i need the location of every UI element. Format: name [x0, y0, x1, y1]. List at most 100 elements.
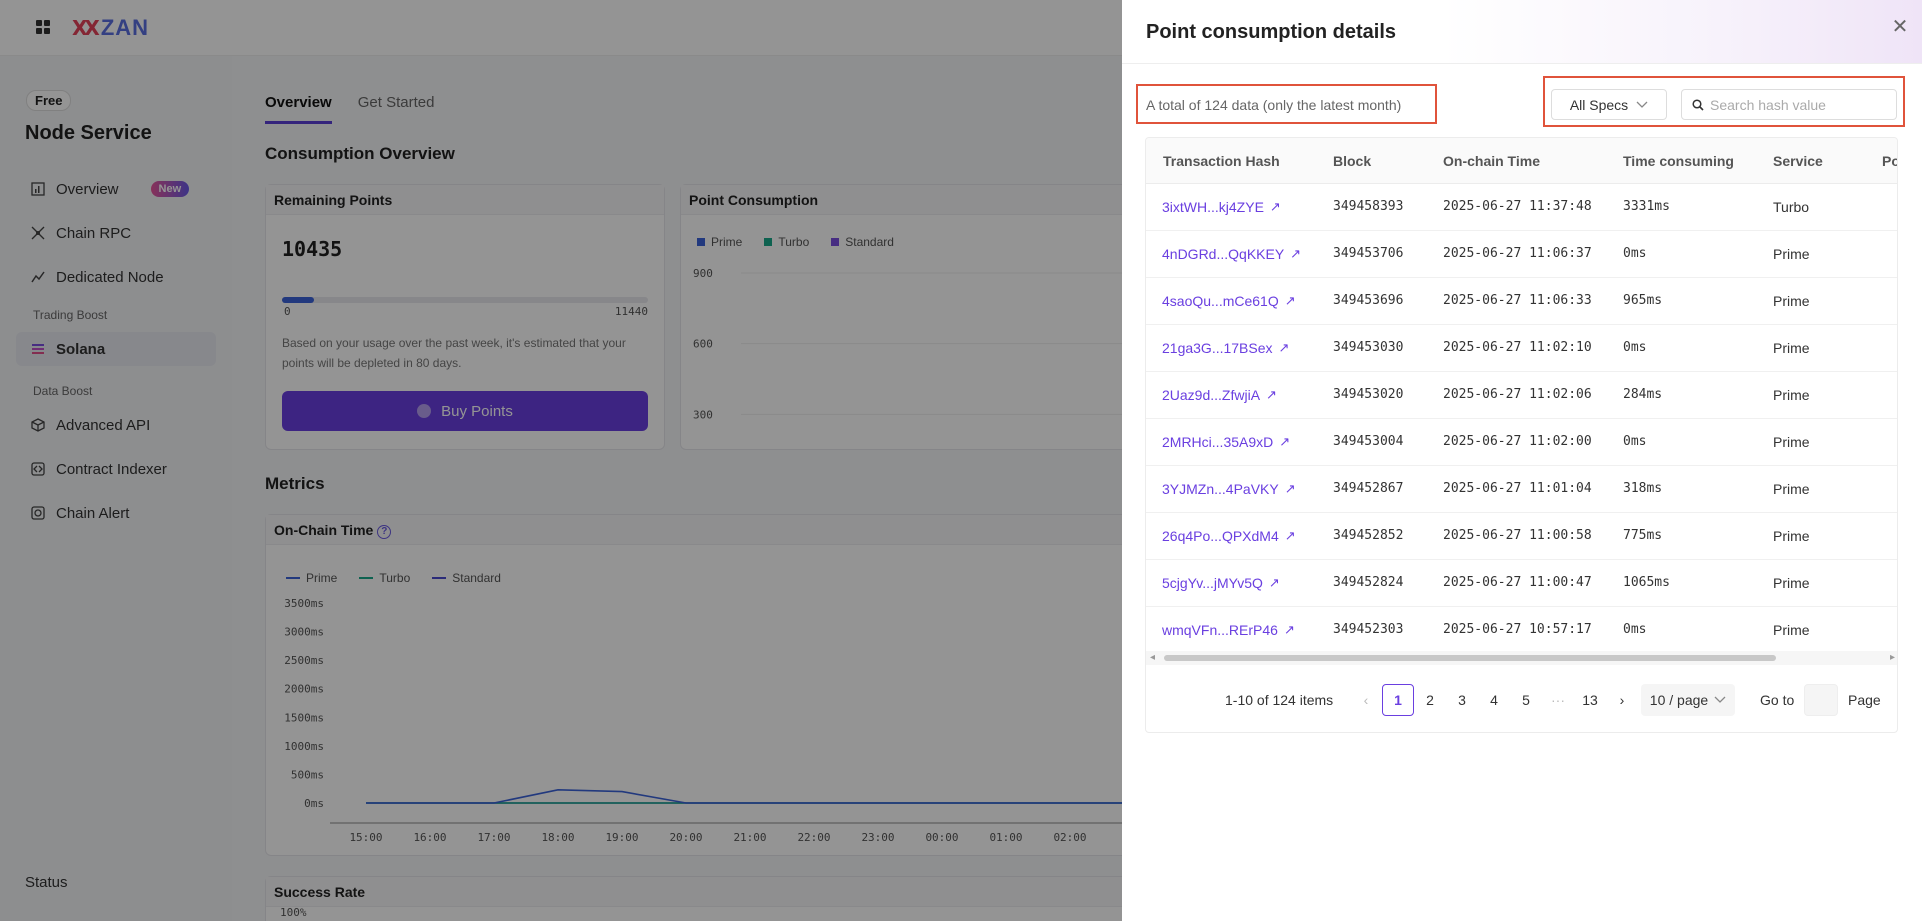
table-row: 21ga3G...17BSex ↗ 349453030 2025-06-27 11… — [1146, 325, 1897, 372]
block-cell: 349452824 — [1333, 575, 1404, 590]
close-icon[interactable]: ✕ — [1888, 14, 1912, 38]
tx-hash-link[interactable]: 4saoQu...mCe61Q ↗ — [1162, 293, 1296, 309]
tx-hash-link[interactable]: 5cjgYv...jMYv5Q ↗ — [1162, 575, 1280, 591]
consuming-cell: 318ms — [1623, 481, 1663, 496]
page-1-button[interactable]: 1 — [1382, 684, 1414, 716]
search-hash-input[interactable] — [1710, 96, 1890, 113]
service-cell: Prime — [1773, 434, 1810, 450]
goto-label: Go to — [1760, 692, 1795, 708]
col-block: Block — [1333, 153, 1372, 169]
page-size-select[interactable]: 10 / page — [1641, 684, 1735, 716]
scroll-right-icon[interactable]: ▸ — [1890, 652, 1895, 663]
external-link-icon: ↗ — [1290, 246, 1302, 261]
table-row: 2MRHci...35A9xD ↗ 349453004 2025-06-27 11… — [1146, 419, 1897, 466]
highlight-total-box — [1136, 84, 1437, 124]
transactions-table: Transaction Hash Block On-chain Time Tim… — [1145, 137, 1898, 733]
consuming-cell: 0ms — [1623, 622, 1647, 637]
time-cell: 2025-06-27 11:02:00 — [1443, 434, 1592, 449]
col-onchain-time: On-chain Time — [1443, 153, 1540, 169]
block-cell: 349452852 — [1333, 528, 1404, 543]
consuming-cell: 0ms — [1623, 434, 1647, 449]
block-cell: 349453020 — [1333, 387, 1404, 402]
tx-hash-link[interactable]: 26q4Po...QPXdM4 ↗ — [1162, 528, 1296, 544]
modal-overlay[interactable] — [0, 0, 1122, 921]
external-link-icon: ↗ — [1278, 340, 1290, 355]
external-link-icon: ↗ — [1284, 481, 1296, 496]
table-row: 4nDGRd...QqKKEY ↗ 349453706 2025-06-27 11… — [1146, 231, 1897, 278]
block-cell: 349458393 — [1333, 199, 1404, 214]
table-row: 26q4Po...QPXdM4 ↗ 349452852 2025-06-27 11… — [1146, 513, 1897, 560]
consuming-cell: 0ms — [1623, 246, 1647, 261]
time-cell: 2025-06-27 11:06:37 — [1443, 246, 1592, 261]
block-cell: 349453030 — [1333, 340, 1404, 355]
tx-hash-link[interactable]: 3ixtWH...kj4ZYE ↗ — [1162, 199, 1281, 215]
external-link-icon: ↗ — [1266, 387, 1277, 402]
block-cell: 349453004 — [1333, 434, 1404, 449]
page-4-button[interactable]: 4 — [1478, 684, 1510, 716]
block-cell: 349453706 — [1333, 246, 1404, 261]
service-cell: Prime — [1773, 622, 1810, 638]
prev-page-icon[interactable]: ‹ — [1350, 684, 1382, 716]
drawer-title: Point consumption details — [1146, 21, 1397, 43]
service-cell: Prime — [1773, 481, 1810, 497]
block-cell: 349452867 — [1333, 481, 1404, 496]
external-link-icon: ↗ — [1283, 622, 1295, 637]
time-cell: 2025-06-27 11:02:10 — [1443, 340, 1592, 355]
external-link-icon: ↗ — [1279, 434, 1291, 449]
service-cell: Prime — [1773, 340, 1810, 356]
more-pages-button[interactable]: ··· — [1542, 684, 1574, 716]
consuming-cell: 965ms — [1623, 293, 1663, 308]
time-cell: 2025-06-27 11:06:33 — [1443, 293, 1592, 308]
pagination-summary: 1-10 of 124 items — [1225, 692, 1334, 708]
page-label: Page — [1848, 692, 1881, 708]
page-3-button[interactable]: 3 — [1446, 684, 1478, 716]
goto-page-input[interactable] — [1804, 684, 1838, 716]
search-icon — [1692, 98, 1704, 111]
chevron-down-icon — [1714, 696, 1726, 703]
spec-select[interactable]: All Specs — [1551, 89, 1667, 120]
service-cell: Turbo — [1773, 199, 1810, 215]
page-13-button[interactable]: 13 — [1574, 684, 1606, 716]
drawer-header: Point consumption details ✕ — [1122, 0, 1922, 64]
table-row: 4saoQu...mCe61Q ↗ 349453696 2025-06-27 11… — [1146, 278, 1897, 325]
search-box[interactable] — [1681, 89, 1897, 120]
tx-hash-link[interactable]: 4nDGRd...QqKKEY ↗ — [1162, 246, 1301, 262]
table-row: 5cjgYv...jMYv5Q ↗ 349452824 2025-06-27 11… — [1146, 560, 1897, 607]
tx-hash-link[interactable]: 3YJMZn...4PaVKY ↗ — [1162, 481, 1296, 497]
spec-select-value: All Specs — [1569, 96, 1629, 113]
time-cell: 2025-06-27 11:02:06 — [1443, 387, 1592, 402]
tx-hash-link[interactable]: 2MRHci...35A9xD ↗ — [1162, 434, 1290, 450]
page-5-button[interactable]: 5 — [1510, 684, 1542, 716]
tx-hash-link[interactable]: wmqVFn...RErP46 ↗ — [1162, 622, 1295, 638]
page-2-button[interactable]: 2 — [1414, 684, 1446, 716]
time-cell: 2025-06-27 11:01:04 — [1443, 481, 1592, 496]
scroll-left-icon[interactable]: ◂ — [1150, 652, 1155, 663]
next-page-icon[interactable]: › — [1606, 684, 1638, 716]
tx-hash-link[interactable]: 2Uaz9d...ZfwjiA ↗ — [1162, 387, 1277, 403]
consuming-cell: 1065ms — [1623, 575, 1670, 590]
time-cell: 2025-06-27 10:57:17 — [1443, 622, 1592, 637]
tx-hash-link[interactable]: 21ga3G...17BSex ↗ — [1162, 340, 1289, 356]
scrollbar-thumb[interactable] — [1164, 655, 1776, 661]
time-cell: 2025-06-27 11:00:58 — [1443, 528, 1592, 543]
external-link-icon: ↗ — [1268, 575, 1280, 590]
col-points: Po — [1882, 153, 1897, 169]
page-size-value: 10 / page — [1649, 692, 1709, 708]
consuming-cell: 0ms — [1623, 340, 1647, 355]
service-cell: Prime — [1773, 293, 1810, 309]
service-cell: Prime — [1773, 387, 1810, 403]
table-row: wmqVFn...RErP46 ↗ 349452303 2025-06-27 10… — [1146, 607, 1897, 654]
block-cell: 349453696 — [1333, 293, 1404, 308]
external-link-icon: ↗ — [1284, 528, 1296, 543]
col-service: Service — [1773, 153, 1823, 169]
consuming-cell: 775ms — [1623, 528, 1663, 543]
external-link-icon: ↗ — [1284, 293, 1296, 308]
horizontal-scrollbar[interactable]: ◂ ▸ — [1146, 651, 1897, 665]
time-cell: 2025-06-27 11:00:47 — [1443, 575, 1592, 590]
external-link-icon: ↗ — [1269, 199, 1281, 214]
table-row: 3YJMZn...4PaVKY ↗ 349452867 2025-06-27 11… — [1146, 466, 1897, 513]
consuming-cell: 3331ms — [1623, 199, 1670, 214]
table-row: 3ixtWH...kj4ZYE ↗ 349458393 2025-06-27 11… — [1146, 184, 1897, 231]
service-cell: Prime — [1773, 246, 1810, 262]
time-cell: 2025-06-27 11:37:48 — [1443, 199, 1592, 214]
